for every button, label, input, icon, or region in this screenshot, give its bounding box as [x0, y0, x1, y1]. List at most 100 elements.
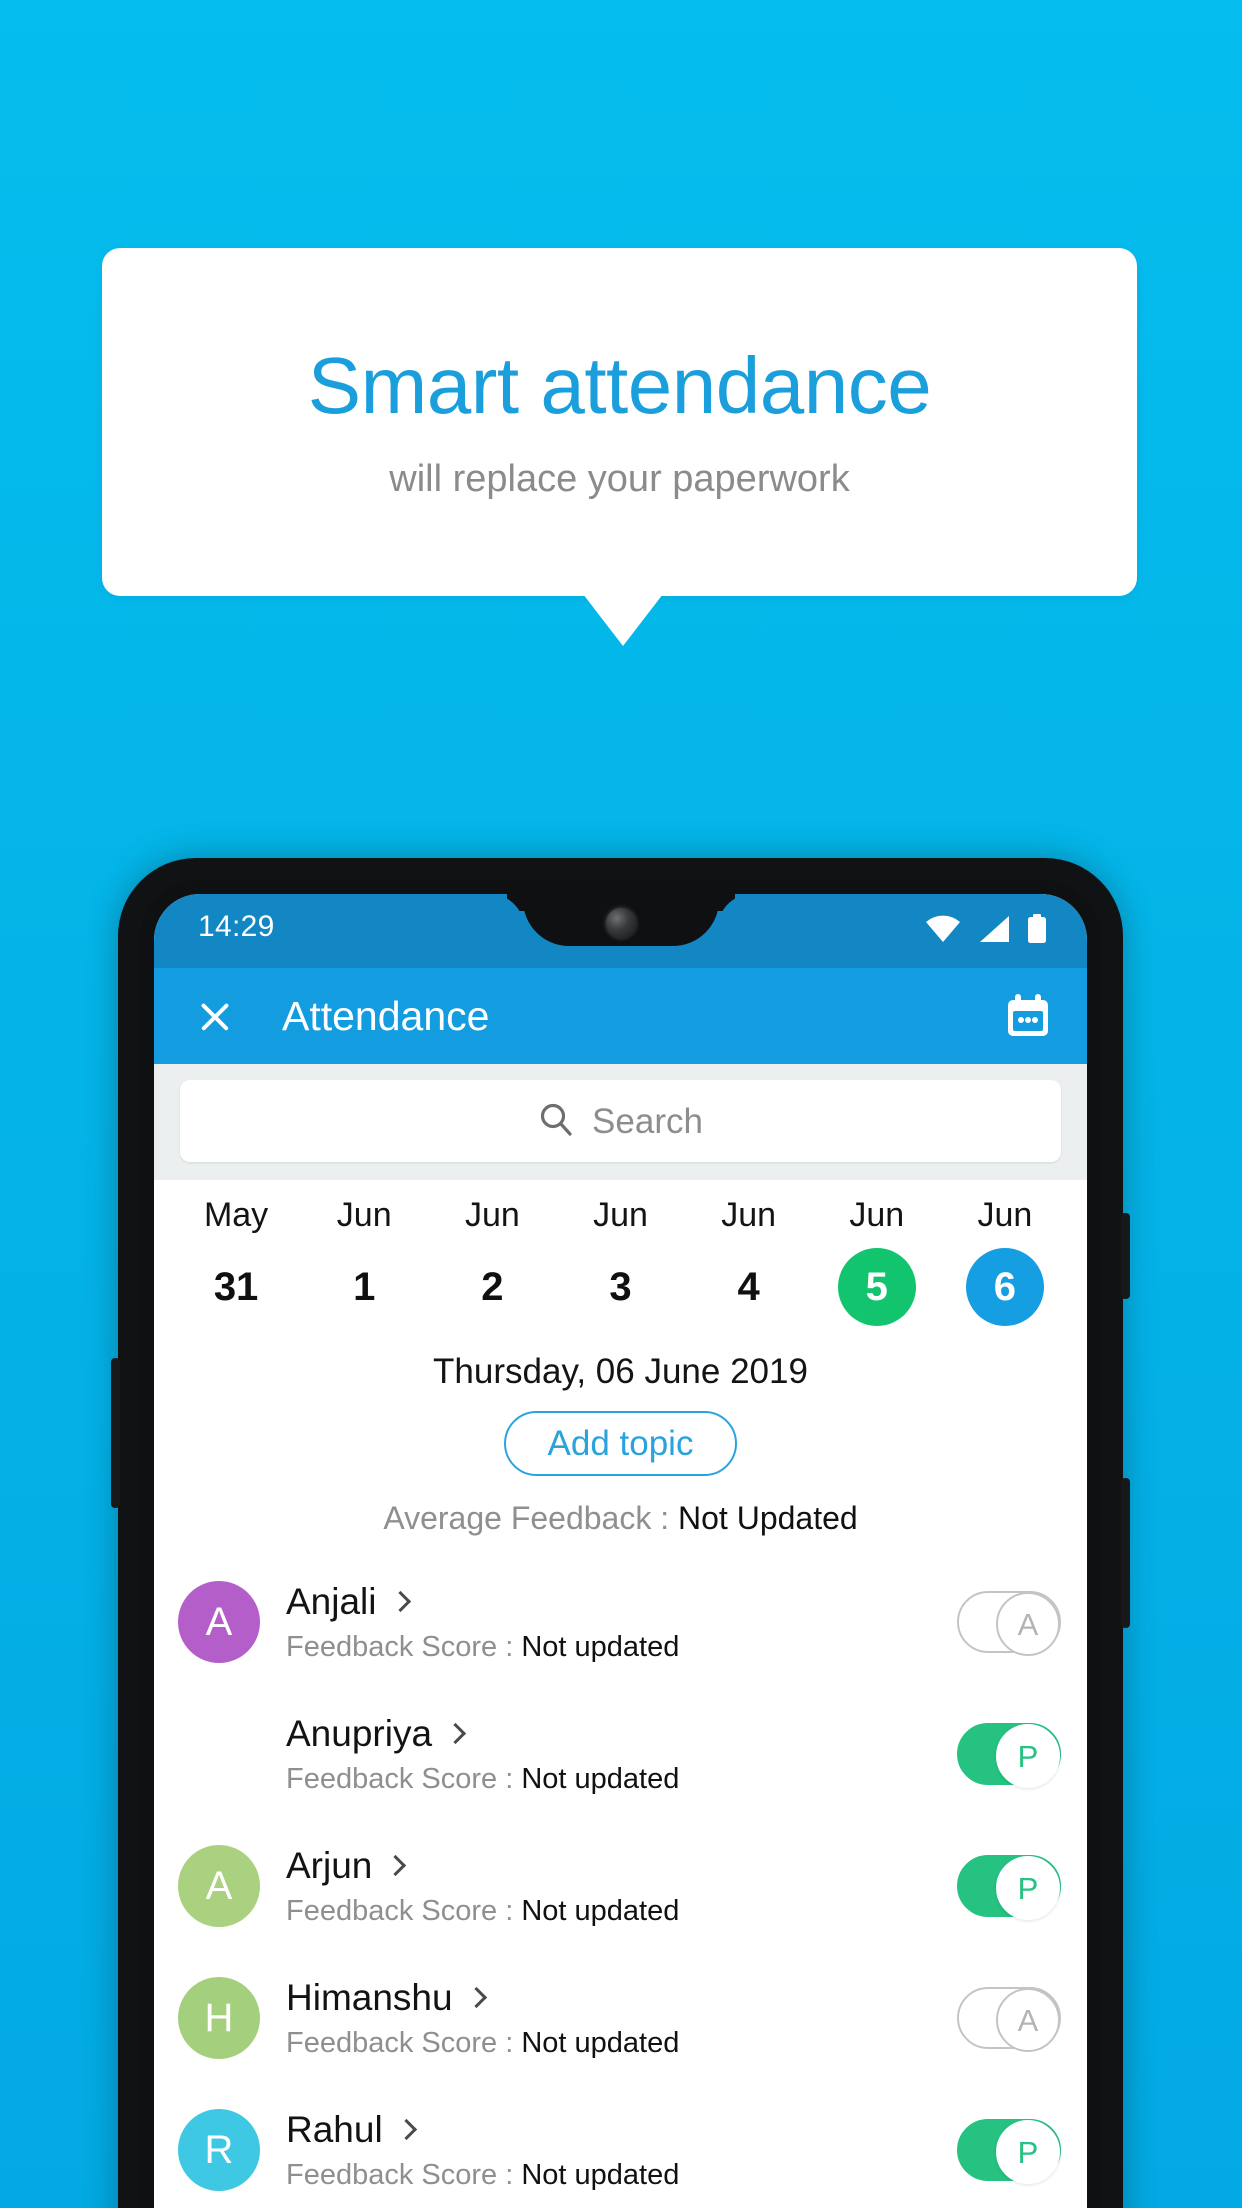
attendance-toggle-knob: A: [996, 1988, 1060, 2052]
student-name: Himanshu: [286, 1976, 453, 2018]
date-month: Jun: [721, 1196, 777, 1234]
date-strip[interactable]: May 31 Jun 1 Jun 2 Jun 3 Jun 4 Jun 5 Jun 6: [154, 1180, 1087, 1326]
add-topic-button[interactable]: Add topic: [503, 1411, 738, 1476]
phone-screen: 14:29 Attendance Search May 31 Jun 1 Jun…: [154, 894, 1087, 2208]
chevron-right-icon[interactable]: [389, 1590, 411, 1612]
feedback-score-label: Feedback Score :: [286, 2026, 522, 2059]
date-day: 3: [609, 1265, 632, 1309]
page-title: Attendance: [282, 992, 490, 1039]
date-month: Jun: [849, 1196, 905, 1234]
chevron-right-icon[interactable]: [385, 1854, 407, 1876]
calendar-icon[interactable]: [1001, 989, 1055, 1043]
feedback-score: Feedback Score : Not updated: [286, 1894, 957, 1927]
feedback-score-label: Feedback Score :: [286, 1630, 522, 1663]
phone-mockup: 14:29 Attendance Search May 31 Jun 1 Jun…: [111, 858, 1130, 2208]
student-name: Arjun: [286, 1844, 373, 1886]
avatar: H: [178, 1977, 260, 2059]
front-camera: [605, 908, 636, 938]
phone-bezel: 14:29 Attendance Search May 31 Jun 1 Jun…: [140, 880, 1101, 2208]
student-row[interactable]: A Anupriya Feedback Score : Not updated P: [154, 1688, 1087, 1820]
feedback-score-value: Not updated: [521, 1894, 680, 1927]
attendance-toggle-knob: A: [996, 1592, 1060, 1656]
promo-subtitle: will replace your paperwork: [389, 458, 850, 500]
app-bar: Attendance: [154, 968, 1087, 1064]
attendance-toggle[interactable]: P: [957, 1723, 1061, 1788]
feedback-score: Feedback Score : Not updated: [286, 1762, 957, 1795]
search-bar-container: Search: [154, 1064, 1087, 1180]
date-day: 6: [965, 1248, 1044, 1326]
attendance-toggle[interactable]: A: [957, 1591, 1061, 1656]
selected-date-label: Thursday, 06 June 2019: [433, 1352, 808, 1391]
search-placeholder: Search: [592, 1101, 703, 1141]
date-cell[interactable]: Jun 3: [556, 1198, 684, 1326]
student-list: A Anjali Feedback Score : Not updated A A Anu…: [154, 1556, 1087, 2208]
date-cell[interactable]: Jun 2: [428, 1198, 556, 1326]
student-row[interactable]: R Rahul Feedback Score : Not updated P: [154, 2084, 1087, 2208]
date-day: 5: [837, 1248, 916, 1326]
status-bar: 14:29: [154, 894, 1087, 968]
date-month: Jun: [593, 1196, 648, 1234]
phone-power-button: [1121, 1213, 1130, 1299]
phone-notch: [522, 894, 719, 946]
signal-icon: [978, 915, 1010, 948]
average-feedback-label: Average Feedback :: [383, 1500, 679, 1536]
chevron-right-icon[interactable]: [465, 1986, 487, 2008]
phone-side-button: [111, 1358, 120, 1508]
status-icons: [925, 914, 1047, 949]
avatar: R: [178, 2109, 260, 2191]
feedback-score-label: Feedback Score :: [286, 1894, 522, 1927]
feedback-score: Feedback Score : Not updated: [286, 1630, 957, 1663]
attendance-toggle[interactable]: A: [957, 1987, 1061, 2052]
date-cell[interactable]: May 31: [172, 1198, 300, 1326]
phone-volume-button: [1121, 1478, 1130, 1628]
search-icon: [538, 1101, 574, 1142]
close-icon[interactable]: [188, 990, 240, 1042]
student-row[interactable]: A Arjun Feedback Score : Not updated P: [154, 1820, 1087, 1952]
battery-icon: [1027, 914, 1047, 949]
date-month: May: [203, 1196, 269, 1234]
promo-screenshot: Smart attendance will replace your paper…: [0, 0, 1242, 2208]
date-month: Jun: [977, 1196, 1033, 1234]
student-row[interactable]: A Anjali Feedback Score : Not updated A: [154, 1556, 1087, 1688]
date-month: Jun: [464, 1196, 520, 1234]
status-clock: 14:29: [198, 910, 275, 943]
date-month: Jun: [336, 1196, 392, 1234]
feedback-score: Feedback Score : Not updated: [286, 2026, 957, 2059]
search-input[interactable]: Search: [180, 1080, 1061, 1162]
avatar: A: [178, 1581, 260, 1663]
student-name: Anupriya: [286, 1712, 433, 1754]
chevron-right-icon[interactable]: [444, 1722, 467, 1744]
feedback-score-label: Feedback Score :: [286, 1762, 522, 1795]
feedback-score-value: Not updated: [521, 1630, 680, 1663]
attendance-toggle[interactable]: P: [957, 2119, 1061, 2184]
date-day: 31: [213, 1265, 259, 1309]
chevron-right-icon[interactable]: [395, 2118, 417, 2140]
feedback-score-value: Not updated: [521, 2026, 680, 2059]
promo-title: Smart attendance: [307, 341, 932, 430]
attendance-toggle-knob: P: [996, 1724, 1060, 1788]
promo-card-pointer: [583, 594, 663, 646]
date-cell[interactable]: Jun 5: [813, 1198, 941, 1326]
student-name: Rahul: [286, 2108, 383, 2150]
attendance-toggle[interactable]: P: [957, 1855, 1061, 1920]
date-cell[interactable]: Jun 1: [300, 1198, 428, 1326]
student-row[interactable]: H Himanshu Feedback Score : Not updated A: [154, 1952, 1087, 2084]
feedback-score-value: Not updated: [521, 2158, 680, 2191]
feedback-score-label: Feedback Score :: [286, 2158, 522, 2191]
average-feedback-value: Not Updated: [678, 1500, 858, 1536]
feedback-score-value: Not updated: [521, 1762, 680, 1795]
avatar: A: [205, 1732, 233, 1776]
date-day: 1: [353, 1265, 376, 1309]
date-day: 4: [737, 1265, 760, 1309]
date-cell[interactable]: Jun 6: [941, 1198, 1069, 1326]
student-name: Anjali: [286, 1580, 377, 1622]
date-day: 2: [481, 1265, 504, 1309]
average-feedback: Average Feedback : Not Updated: [154, 1502, 1087, 1534]
attendance-toggle-knob: P: [996, 1856, 1060, 1920]
attendance-toggle-knob: P: [996, 2120, 1060, 2184]
avatar: A: [178, 1845, 260, 1927]
promo-card: Smart attendance will replace your paper…: [102, 248, 1137, 596]
date-cell[interactable]: Jun 4: [685, 1198, 813, 1326]
wifi-icon: [925, 915, 961, 948]
feedback-score: Feedback Score : Not updated: [286, 2158, 957, 2191]
